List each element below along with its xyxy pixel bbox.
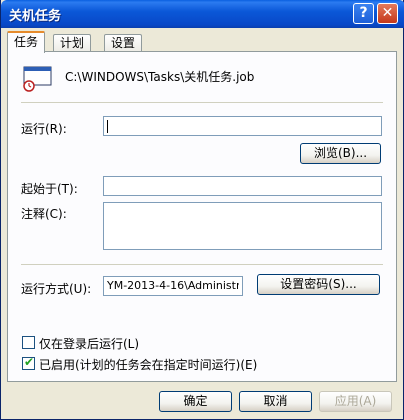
set-password-button[interactable]: 设置密码(S)... <box>257 274 380 295</box>
tab-schedule[interactable]: 计划 <box>53 34 92 52</box>
task-properties-window: 关机任务 ? ✕ 任务 计划 设置 C:\WINDOWS\Tasks\关机任务.… <box>0 0 404 420</box>
run-as-value: YM-2013-4-16\Administr <box>107 279 239 292</box>
help-button[interactable]: ? <box>353 3 374 24</box>
comments-textarea[interactable] <box>103 202 382 250</box>
window-title: 关机任务 <box>9 9 62 24</box>
comments-label: 注释(C): <box>21 207 67 221</box>
start-in-label: 起始于(T): <box>21 182 78 196</box>
divider <box>21 264 383 265</box>
enabled-checkbox[interactable]: ✔ <box>22 355 35 370</box>
ok-button[interactable]: 确定 <box>159 391 232 412</box>
check-mark-icon: ✔ <box>24 355 35 369</box>
browse-button[interactable]: 浏览(B)... <box>300 143 381 164</box>
start-in-input[interactable] <box>103 176 382 196</box>
close-button[interactable]: ✕ <box>377 3 398 24</box>
run-as-label: 运行方式(U): <box>21 282 92 296</box>
task-file-path: C:\WINDOWS\Tasks\关机任务.job <box>65 70 255 84</box>
run-label: 运行(R): <box>21 122 67 136</box>
tab-settings[interactable]: 设置 <box>104 34 143 52</box>
divider <box>21 102 383 103</box>
title-bar[interactable]: 关机任务 ? ✕ <box>1 0 404 28</box>
logged-on-only-label[interactable]: 仅在登录后运行(L) <box>39 335 139 352</box>
scheduled-task-icon <box>23 66 52 92</box>
enabled-label[interactable]: 已启用(计划的任务会在指定时间运行)(E) <box>39 356 257 373</box>
text-caret <box>107 120 108 133</box>
cancel-button[interactable]: 取消 <box>239 391 312 412</box>
apply-button[interactable]: 应用(A) <box>319 391 392 412</box>
run-input[interactable] <box>103 116 382 136</box>
logged-on-only-checkbox[interactable] <box>22 336 35 349</box>
run-as-input[interactable]: YM-2013-4-16\Administr <box>103 276 243 296</box>
tab-task[interactable]: 任务 <box>7 31 46 53</box>
